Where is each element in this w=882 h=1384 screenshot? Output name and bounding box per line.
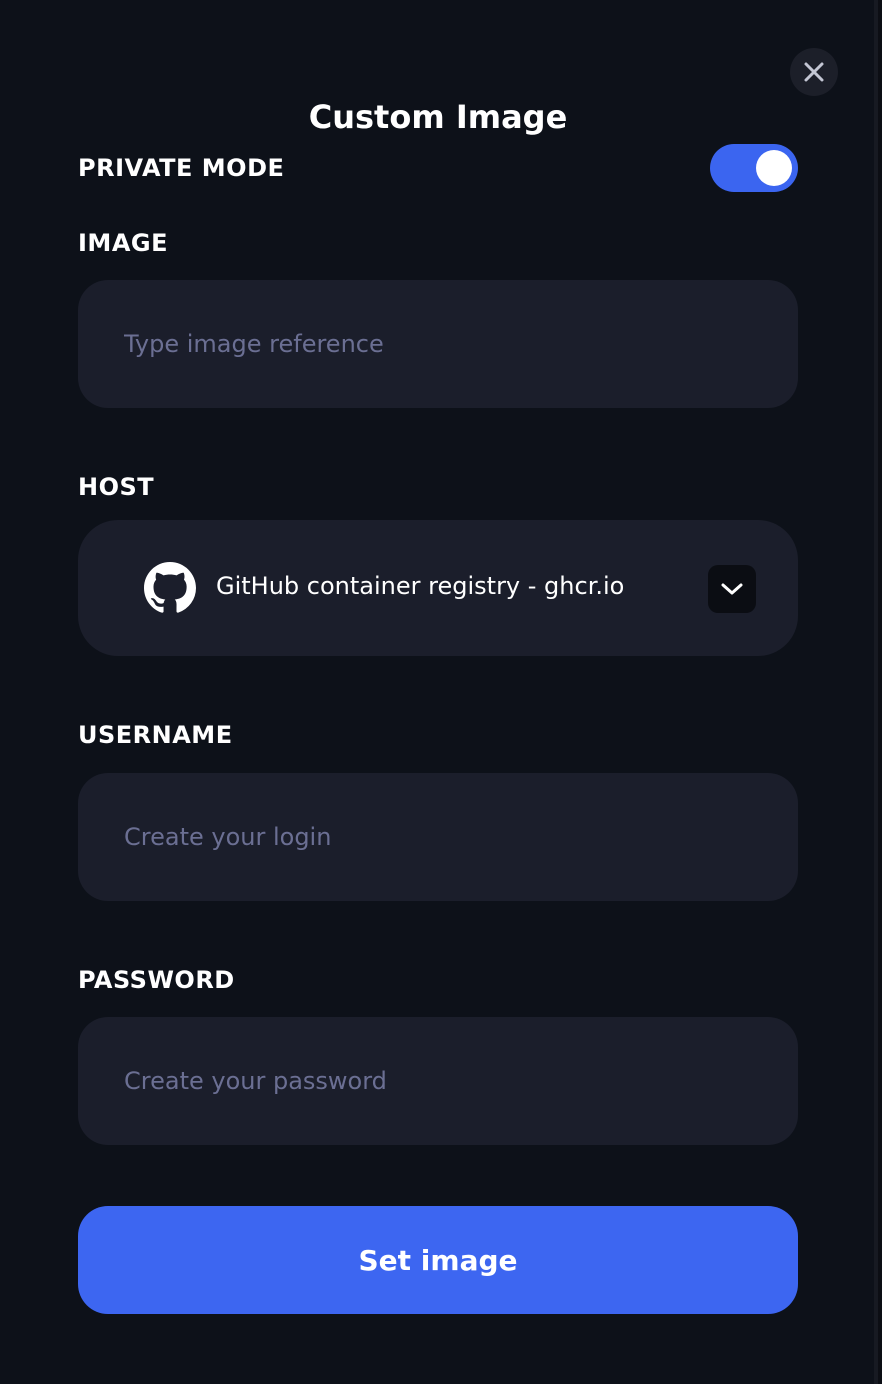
password-input[interactable] — [78, 1017, 798, 1145]
close-icon — [804, 62, 824, 82]
chevron-down-icon — [721, 583, 743, 595]
image-field — [78, 280, 798, 408]
username-field — [78, 773, 798, 901]
image-label: IMAGE — [78, 229, 168, 257]
password-label: PASSWORD — [78, 966, 235, 994]
password-field — [78, 1017, 798, 1145]
custom-image-dialog: Custom Image PRIVATE MODE IMAGE HOST Git… — [0, 0, 878, 1384]
image-input[interactable] — [78, 280, 798, 408]
github-icon — [144, 562, 196, 613]
dialog-title: Custom Image — [308, 98, 568, 136]
close-button[interactable] — [790, 48, 838, 96]
set-image-button[interactable]: Set image — [78, 1206, 798, 1314]
host-label: HOST — [78, 473, 155, 501]
host-dropdown-toggle[interactable] — [708, 565, 756, 613]
username-input[interactable] — [78, 773, 798, 901]
toggle-knob — [756, 150, 792, 186]
username-label: USERNAME — [78, 721, 233, 749]
private-mode-label: PRIVATE MODE — [78, 154, 285, 182]
host-selected-value: GitHub container registry - ghcr.io — [216, 572, 625, 600]
private-mode-toggle[interactable] — [710, 144, 798, 192]
